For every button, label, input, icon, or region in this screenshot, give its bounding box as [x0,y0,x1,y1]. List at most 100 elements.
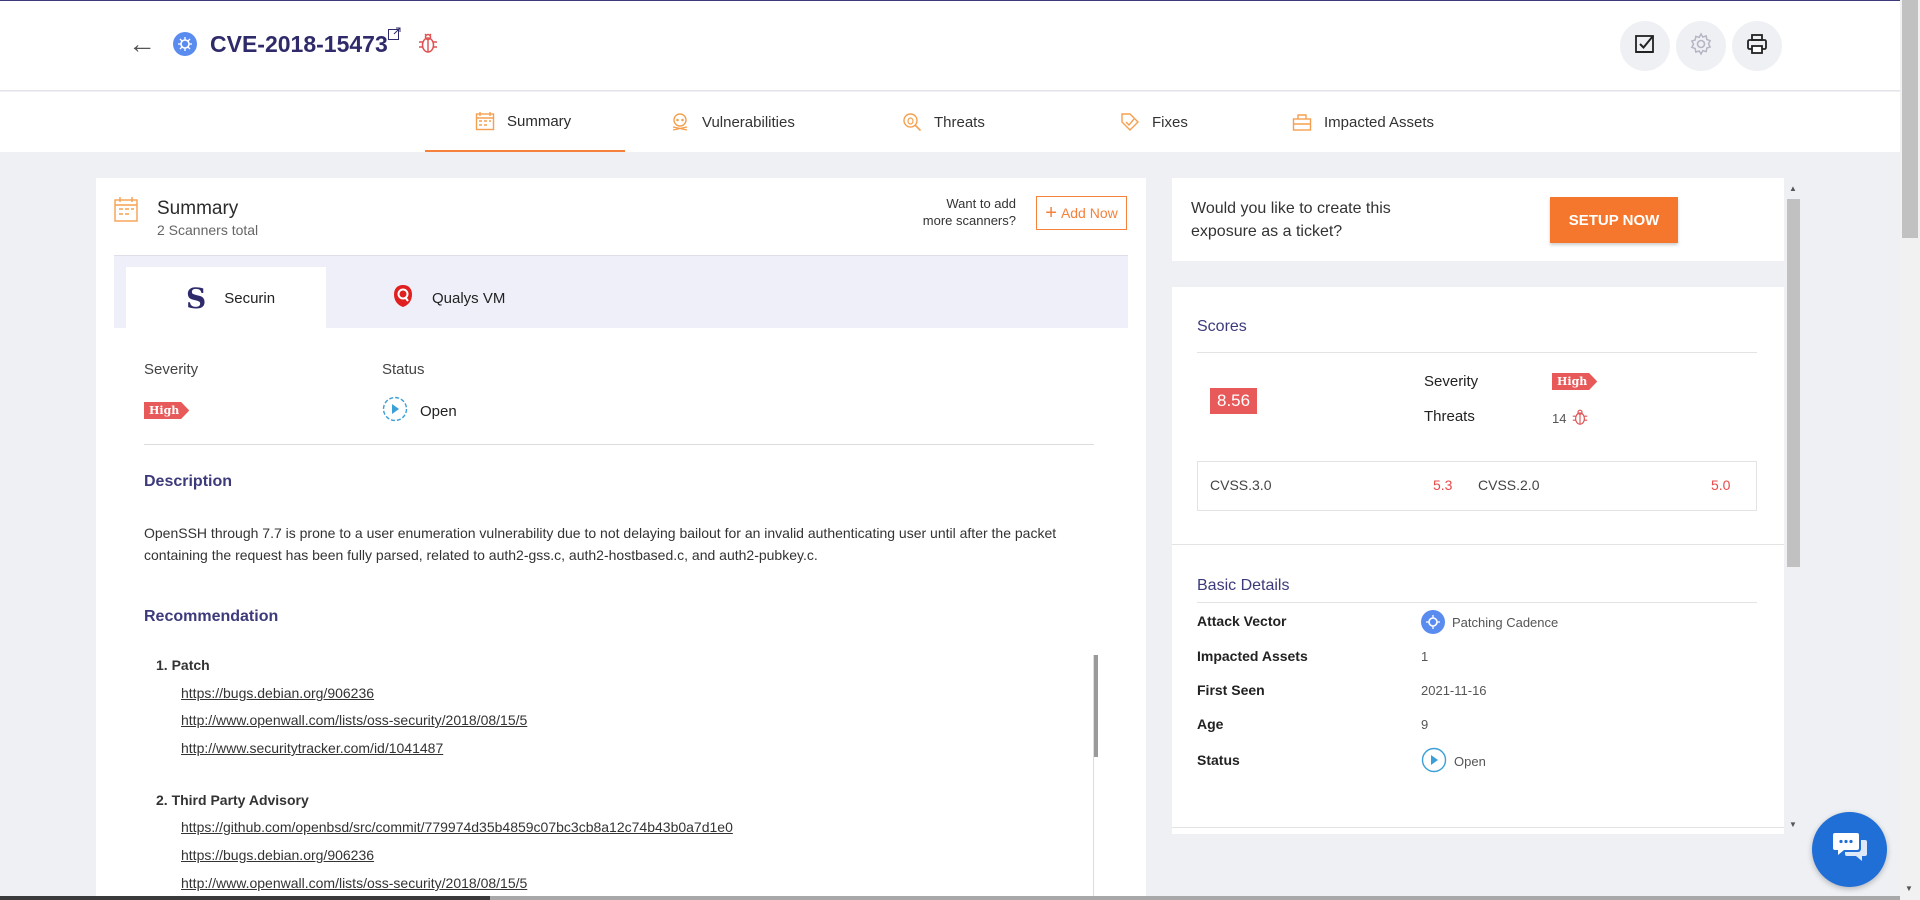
tab-label: Vulnerabilities [702,113,795,131]
divider [1172,827,1784,828]
scroll-up-icon[interactable]: ▲ [1789,184,1797,193]
tag-check-icon [1120,112,1140,132]
external-link-icon[interactable] [388,27,401,43]
recommendation-link[interactable]: https://github.com/openbsd/src/commit/77… [181,819,733,835]
detail-key: Impacted Assets [1197,648,1308,664]
tab-fixes[interactable]: Fixes [1120,92,1188,152]
tab-threats[interactable]: Threats [902,92,985,152]
threats-value-row: 14 [1552,408,1588,429]
status-label: Status [382,361,425,378]
tab-impacted-assets[interactable]: Impacted Assets [1292,92,1434,152]
threats-count: 14 [1552,411,1567,426]
right-panel-scrollbar[interactable] [1787,199,1800,567]
cvss2-label: CVSS.2.0 [1478,477,1540,493]
summary-title: Summary [157,198,239,219]
severity-label: Severity [144,361,199,378]
basic-details-heading: Basic Details [1197,577,1290,594]
settings-button[interactable] [1676,21,1726,71]
scanner-label: Securin [224,289,276,307]
scanner-count: 2 Scanners total [157,222,259,238]
bug-icon [418,32,438,59]
scanner-label: Qualys VM [432,289,506,307]
cvss-box: CVSS.3.0 5.3 CVSS.2.0 5.0 [1197,461,1757,511]
detail-value: 9 [1421,717,1429,732]
divider [1197,602,1757,603]
chat-icon [1831,830,1869,869]
search-bug-icon [902,112,922,132]
description-heading: Description [144,473,233,490]
setup-now-button[interactable]: SETUP NOW [1550,197,1678,243]
severity-label: Severity [1424,373,1479,390]
scanner-tabs: S Securin Qualys VM [114,255,1128,329]
recommendation-title: 2. Third Party Advisory [156,792,309,808]
add-scanner-prompt: Want to add more scanners? [916,195,1016,229]
ticket-prompt: Would you like to create this exposure a… [1191,200,1391,240]
summary-panel: Summary 2 Scanners total Want to add mor… [96,178,1146,900]
cvss3-value: 5.3 [1433,477,1453,493]
detail-value: Patching Cadence [1421,610,1558,634]
overall-score: 8.56 [1210,388,1258,414]
scroll-down-icon[interactable]: ▼ [1905,884,1913,893]
bug-icon [1572,408,1588,429]
detail-value: Open [1421,747,1486,776]
securin-logo-icon: S [186,281,207,315]
page-title: CVE-2018-15473 [210,31,388,57]
detail-value: 2021-11-16 [1421,683,1487,698]
page-scrollbar[interactable] [1902,0,1918,238]
open-status-icon [1421,747,1447,776]
checklist-button[interactable] [1620,21,1670,71]
ticket-card: Would you like to create this exposure a… [1172,178,1784,261]
detail-key: Status [1197,752,1240,768]
status-value: Open [1454,754,1486,769]
cve-badge-icon [173,32,197,56]
open-status-icon [382,396,408,426]
arrow-left-icon[interactable]: ← [128,30,156,58]
detail-key: Age [1197,716,1224,732]
recommendation-link[interactable]: http://www.securitytracker.com/id/104148… [181,740,443,756]
cvss2-value: 5.0 [1711,477,1731,493]
patching-cadence-icon [1421,610,1445,634]
recommendation-link[interactable]: https://bugs.debian.org/906236 [181,685,374,701]
recommendation-link[interactable]: https://bugs.debian.org/906236 [181,847,374,863]
tab-bar: Summary Vulnerabilities Threats Fixes Im… [0,92,1900,152]
plus-icon: + [1045,202,1057,224]
scroll-down-icon[interactable]: ▼ [1789,820,1797,829]
horizontal-scroll-thumb[interactable] [490,896,1900,900]
add-now-label: Add Now [1060,205,1118,221]
cvss3-label: CVSS.3.0 [1210,477,1272,493]
right-panel: Would you like to create this exposure a… [1172,178,1784,834]
threats-label: Threats [1424,408,1475,425]
severity-badge: High [1552,372,1598,390]
severity-value: High [144,402,190,419]
recommendation-link[interactable]: http://www.openwall.com/lists/oss-securi… [181,875,527,891]
recommendation-link[interactable]: http://www.openwall.com/lists/oss-securi… [181,712,527,728]
divider [144,444,1094,445]
severity-badge: High [144,401,190,419]
tab-label: Threats [934,113,985,131]
scores-card: Scores 8.56 Severity High Threats 14 CVS… [1172,287,1784,834]
scanner-tab-qualys[interactable]: Qualys VM [392,267,505,329]
tab-label: Impacted Assets [1324,113,1435,131]
asset-icon [1292,112,1312,132]
scores-heading: Scores [1197,318,1247,335]
checklist-icon [1634,33,1656,60]
horizontal-scrollbar [0,896,1900,900]
add-now-button[interactable]: + Add Now [1036,196,1127,230]
tab-summary[interactable]: Summary [425,92,625,152]
skull-icon [670,112,690,132]
gear-icon [1689,31,1713,61]
divider [1172,544,1784,545]
detail-key: Attack Vector [1197,613,1287,629]
print-button[interactable] [1732,21,1782,71]
description-text: OpenSSH through 7.7 is prone to a user e… [144,525,1057,563]
calendar-icon [114,196,138,227]
recommendation-scrollbar[interactable] [1094,655,1098,757]
scanner-tab-securin[interactable]: S Securin [126,267,326,329]
prompt-line: Want to add [946,196,1016,211]
recommendation-title: 1. Patch [156,657,210,673]
detail-value: 1 [1421,649,1429,664]
tab-vulnerabilities[interactable]: Vulnerabilities [670,92,795,152]
qualys-logo-icon [392,284,414,312]
chat-button[interactable] [1812,812,1887,887]
status-value: Open [420,402,457,420]
